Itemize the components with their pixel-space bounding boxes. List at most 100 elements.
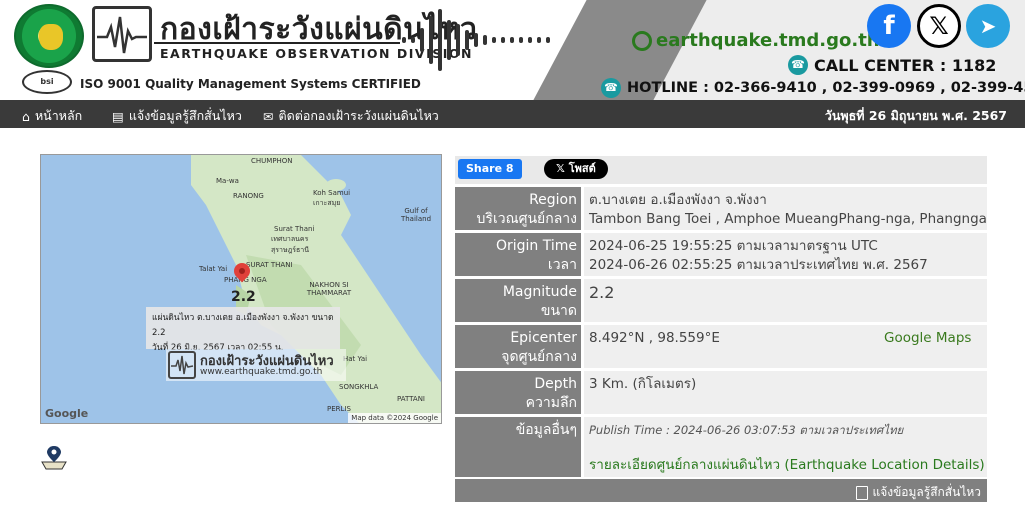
epicenter-value: 8.492°N , 98.559°E Google Maps	[584, 325, 987, 368]
seismograph-logo-icon	[168, 351, 196, 379]
site-url-link[interactable]: earthquake.tmd.go.th	[632, 30, 880, 51]
other-label: ข้อมูลอื่นๆ	[515, 422, 577, 438]
origin-time-label: Origin Time เวลา	[455, 233, 581, 276]
call-center: ☎ CALL CENTER : 1182	[788, 55, 996, 75]
earthquake-info-table: Region บริเวณศูนย์กลาง ต.บางเตย อ.เมืองพ…	[455, 187, 987, 480]
report-felt-label: แจ้งข้อมูลรู้สึกสั่นไหว	[872, 485, 981, 499]
seismic-wave-icon	[402, 9, 550, 71]
nav-report[interactable]: ▤ แจ้งข้อมูลรู้สึกสั่นไหว	[112, 106, 242, 126]
depth-label: Depth ความลึก	[455, 371, 581, 414]
origin-local: 2024-06-26 02:55:25 ตามเวลาประเทศไทย พ.ศ…	[589, 257, 928, 273]
map-popup-line1: แผ่นดินไหว ต.บางเตย อ.เมืองพังงา จ.พังงา…	[152, 313, 334, 338]
info-row-depth: Depth ความลึก 3 Km. (กิโลเมตร)	[455, 371, 987, 414]
nav-report-label: แจ้งข้อมูลรู้สึกสั่นไหว	[128, 108, 242, 123]
map-label-surat-thani-th: เทศบาลนคร สุราษฎร์ธานี	[271, 235, 310, 254]
depth-number: 3 Km. (กิโลเมตร)	[589, 376, 697, 392]
map-label-talat-yai: Talat Yai	[199, 265, 228, 273]
map-data-attribution[interactable]: Map data ©2024 Google	[348, 413, 441, 423]
title-divider	[154, 42, 400, 44]
google-maps-link[interactable]: Google Maps	[884, 329, 971, 348]
map-label-pattani: PATTANI	[397, 395, 425, 403]
hotline-text: HOTLINE : 02-366-9410 , 02-399-0969 , 02…	[627, 80, 1025, 96]
depth-value: 3 Km. (กิโลเมตร)	[584, 371, 987, 414]
home-icon: ⌂	[22, 108, 30, 124]
depth-label-th: ความลึก	[525, 395, 577, 411]
other-info-label: ข้อมูลอื่นๆ	[455, 417, 581, 477]
map-label-perlis: PERLIS	[327, 405, 351, 413]
map-popup: แผ่นดินไหว ต.บางเตย อ.เมืองพังงา จ.พังงา…	[146, 307, 340, 353]
map-label-hat-yai: Hat Yai	[343, 355, 368, 363]
info-row-origin-time: Origin Time เวลา 2024-06-25 19:55:25 ตาม…	[455, 233, 987, 276]
info-row-other: ข้อมูลอื่นๆ Publish Time : 2024-06-26 03…	[455, 417, 987, 477]
phone-icon: ☎	[601, 78, 621, 98]
site-header: กองเฝ้าระวังแผ่นดินไหว EARTHQUAKE OBSERV…	[0, 0, 1025, 100]
map-label-nakhon: NAKHON SI THAMMARAT	[306, 281, 352, 297]
region-en: Tambon Bang Toei , Amphoe MueangPhang-ng…	[589, 211, 987, 227]
epicenter-label-en: Epicenter	[510, 330, 577, 346]
phone-icon: ☎	[788, 55, 808, 75]
map-label-ranong: RANONG	[233, 192, 264, 200]
nav-home-label: หน้าหลัก	[34, 108, 83, 123]
origin-utc: 2024-06-25 19:55:25 ตามเวลามาตรฐาน UTC	[589, 238, 878, 254]
seismograph-logo-icon	[92, 6, 152, 62]
share-bar: Share 8 𝕏 โพสต์	[455, 156, 987, 184]
map-label-gulf: Gulf of Thailand	[400, 207, 432, 223]
report-bar: แจ้งข้อมูลรู้สึกสั่นไหว	[455, 479, 987, 502]
report-form-icon: ▤	[112, 108, 124, 124]
depth-label-en: Depth	[534, 376, 577, 392]
info-row-magnitude: Magnitude ขนาด 2.2	[455, 279, 987, 322]
telegram-icon[interactable]: ➤	[966, 4, 1010, 48]
magnitude-label: Magnitude ขนาด	[455, 279, 581, 322]
region-label: Region บริเวณศูนย์กลาง	[455, 187, 581, 230]
main-content: CHUMPHON Ma-wa RANONG Koh Samui เกาะสมุย…	[0, 128, 1025, 518]
map-label-songkhla: SONGKHLA	[339, 383, 379, 391]
google-logo: Google	[45, 407, 89, 420]
iso-certification-text: ISO 9001 Quality Management Systems CERT…	[80, 77, 421, 91]
origin-label-th: เวลา	[547, 257, 577, 273]
facebook-icon[interactable]: f	[867, 4, 911, 48]
x-post-button[interactable]: 𝕏 โพสต์	[544, 159, 608, 179]
map-label-surat-thani: Surat Thani	[274, 225, 315, 233]
region-label-th: บริเวณศูนย์กลาง	[476, 211, 577, 227]
bsi-logo: bsi	[22, 70, 72, 94]
magnitude-label-th: ขนาด	[540, 303, 577, 319]
region-value: ต.บางเตย อ.เมืองพังงา จ.พังงา Tambon Ban…	[584, 187, 987, 230]
map-label-chumphon: CHUMPHON	[251, 157, 293, 165]
region-th: ต.บางเตย อ.เมืองพังงา จ.พังงา	[589, 192, 767, 208]
nav-contact-label: ติดต่อกองเฝ้าระวังแผ่นดินไหว	[278, 108, 439, 123]
site-url-text: earthquake.tmd.go.th	[656, 30, 880, 51]
envelope-icon: ✉	[263, 108, 274, 124]
map-label-surat-thani-prov: SURAT THANI	[246, 261, 293, 269]
magnitude-label-en: Magnitude	[502, 284, 577, 300]
epicenter-label: Epicenter จุดศูนย์กลาง	[455, 325, 581, 368]
tmd-emblem-logo[interactable]	[14, 4, 84, 68]
globe-cursor-icon	[632, 30, 652, 51]
map-label-koh-samui-th: เกาะสมุย	[313, 199, 341, 207]
publish-time: Publish Time : 2024-06-26 03:07:53 ตามเว…	[589, 423, 904, 437]
other-info-value: Publish Time : 2024-06-26 03:07:53 ตามเว…	[584, 417, 987, 477]
map-label-koh-samui: Koh Samui	[313, 189, 351, 197]
report-felt-link[interactable]: แจ้งข้อมูลรู้สึกสั่นไหว	[856, 483, 981, 502]
facebook-share-button[interactable]: Share 8	[458, 159, 522, 179]
epicenter-label-th: จุดศูนย์กลาง	[501, 349, 577, 365]
region-label-en: Region	[529, 192, 577, 208]
earthquake-map[interactable]: CHUMPHON Ma-wa RANONG Koh Samui เกาะสมุย…	[40, 154, 442, 424]
map-magnitude: 2.2	[231, 289, 256, 305]
map-location-icon[interactable]	[40, 444, 68, 470]
map-label-mawa: Ma-wa	[216, 177, 239, 185]
origin-time-value: 2024-06-25 19:55:25 ตามเวลามาตรฐาน UTC 2…	[584, 233, 987, 276]
info-row-region: Region บริเวณศูนย์กลาง ต.บางเตย อ.เมืองพ…	[455, 187, 987, 230]
watermark-url: www.earthquake.tmd.go.th	[200, 367, 323, 377]
main-nav: ⌂ หน้าหลัก ▤ แจ้งข้อมูลรู้สึกสั่นไหว ✉ ต…	[0, 100, 1025, 128]
nav-home[interactable]: ⌂ หน้าหลัก	[22, 106, 82, 126]
nav-contact[interactable]: ✉ ติดต่อกองเฝ้าระวังแผ่นดินไหว	[263, 106, 439, 126]
call-center-text: CALL CENTER : 1182	[814, 55, 997, 75]
x-icon[interactable]: 𝕏	[917, 4, 961, 48]
info-row-epicenter: Epicenter จุดศูนย์กลาง 8.492°N , 98.559°…	[455, 325, 987, 368]
magnitude-number: 2.2	[589, 283, 615, 302]
earthquake-details-link[interactable]: รายละเอียดศูนย์กลางแผ่นดินไหว (Earthquak…	[589, 456, 987, 475]
magnitude-value: 2.2	[584, 279, 987, 322]
current-date: วันพุธที่ 26 มิถุนายน พ.ศ. 2567	[824, 108, 1007, 123]
hotline: ☎ HOTLINE : 02-366-9410 , 02-399-0969 , …	[601, 78, 1025, 98]
origin-label-en: Origin Time	[495, 238, 577, 254]
